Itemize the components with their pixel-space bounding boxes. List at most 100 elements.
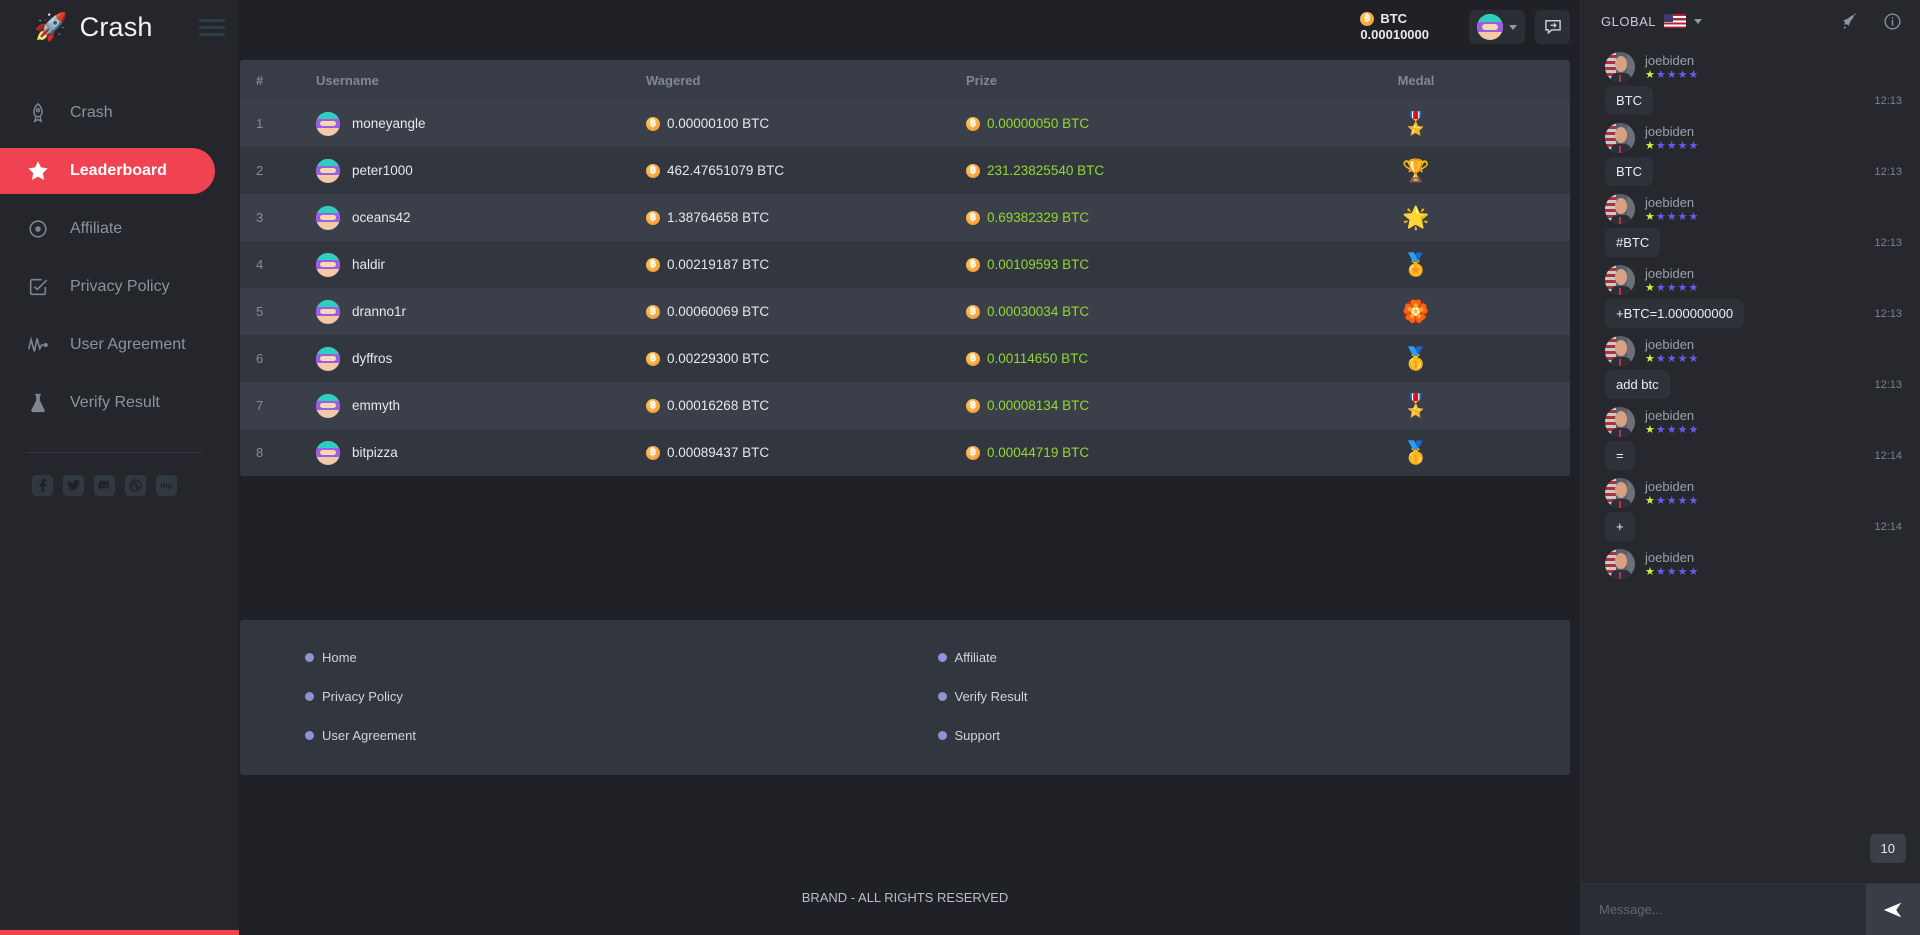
- user-avatar: [316, 440, 340, 465]
- chat-message-text: +: [1605, 512, 1635, 541]
- chat-username[interactable]: joebiden: [1645, 195, 1699, 210]
- cell-rank: 2: [256, 163, 264, 178]
- chat-message-time: 12:13: [1874, 378, 1902, 391]
- sidebar-item-user-agreement[interactable]: User Agreement: [0, 322, 215, 368]
- table-header: # Username Wagered Prize Medal: [240, 60, 1570, 100]
- chat-message-time: 12:14: [1874, 449, 1902, 462]
- cell-prize: ฿ 0.00109593 BTC: [952, 241, 1262, 288]
- cell-medal: 🏅: [1262, 241, 1570, 288]
- chat-username[interactable]: joebiden: [1645, 124, 1699, 139]
- unread-count-badge[interactable]: 10: [1869, 834, 1906, 863]
- cell-wagered: ฿ 0.00016268 BTC: [632, 382, 952, 429]
- balance-display[interactable]: ฿ BTC 0.00010000: [1360, 11, 1429, 44]
- footer-link-verify-result[interactable]: Verify Result: [937, 689, 1571, 704]
- user-menu-button[interactable]: [1469, 10, 1525, 44]
- chat-message: joebiden ★★★★★ BTC 12:13: [1581, 46, 1920, 117]
- cell-rank: 8: [256, 445, 264, 460]
- cell-username: emmyth: [302, 382, 632, 429]
- cell-rank: 7: [256, 398, 264, 413]
- chat-username[interactable]: joebiden: [1645, 550, 1699, 565]
- bitcoin-coin-icon: ฿: [966, 210, 980, 225]
- chat-username[interactable]: joebiden: [1645, 266, 1699, 281]
- cell-medal: 🥇: [1262, 429, 1570, 476]
- chat-scope-label: GLOBAL: [1601, 13, 1657, 29]
- bitcoin-coin-icon: ฿: [966, 445, 980, 460]
- footer-link-user-agreement[interactable]: User Agreement: [305, 728, 938, 743]
- sidebar-item-crash[interactable]: Crash: [0, 90, 215, 136]
- balance-amount: 0.00010000: [1360, 27, 1429, 42]
- mp-icon[interactable]: mp: [156, 475, 177, 496]
- footer-link-affiliate[interactable]: Affiliate: [937, 650, 1571, 665]
- chat-message-time: 12:13: [1874, 236, 1902, 249]
- table-row[interactable]: 2 peter1000 ฿ 462.47651079 BTC ฿ 231.23825540…: [240, 147, 1570, 194]
- footer-link-label: Affiliate: [954, 650, 997, 665]
- column-header-wagered[interactable]: Wagered: [632, 60, 952, 100]
- chevron-down-icon[interactable]: [1694, 18, 1703, 24]
- chat-message-time: 12:13: [1874, 165, 1902, 178]
- footer-link-home[interactable]: Home: [305, 650, 938, 665]
- sidebar-item-leaderboard[interactable]: Leaderboard: [0, 148, 215, 194]
- column-header-username[interactable]: Username: [302, 60, 632, 100]
- footer-link-label: Home: [322, 650, 357, 665]
- chat-user-avatar[interactable]: [1605, 265, 1635, 295]
- info-icon[interactable]: [1883, 12, 1902, 31]
- user-avatar: [316, 346, 340, 371]
- chat-message-text: #BTC: [1605, 228, 1661, 257]
- chat-username[interactable]: joebiden: [1645, 337, 1699, 352]
- sidebar-item-privacy-policy[interactable]: Privacy Policy: [0, 264, 215, 310]
- twitter-icon[interactable]: [63, 475, 84, 496]
- chat-user-avatar[interactable]: [1605, 549, 1635, 579]
- column-header-rank[interactable]: #: [240, 60, 302, 100]
- chat-message-input[interactable]: [1581, 884, 1866, 935]
- footer-link-privacy-policy[interactable]: Privacy Policy: [305, 689, 938, 704]
- chat-username[interactable]: joebiden: [1645, 53, 1699, 68]
- chat-message-time: 12:13: [1874, 94, 1902, 107]
- user-avatar: [316, 205, 340, 230]
- user-rank-stars: ★★★★★: [1645, 495, 1700, 507]
- user-rank-stars: ★★★★★: [1645, 140, 1700, 152]
- discord-icon[interactable]: [94, 475, 115, 496]
- bitcoin-coin-icon: ฿: [966, 116, 980, 131]
- chat-user-avatar[interactable]: [1605, 194, 1635, 224]
- chat-username[interactable]: joebiden: [1645, 408, 1699, 423]
- sidebar-bottom-accent: [0, 930, 239, 935]
- user-rank-stars: ★★★★★: [1645, 353, 1700, 365]
- sidebar-item-affiliate[interactable]: Affiliate: [0, 206, 215, 252]
- chat-user-avatar[interactable]: [1605, 52, 1635, 82]
- cell-rank: 1: [256, 116, 264, 131]
- column-header-prize[interactable]: Prize: [952, 60, 1262, 100]
- chat-user-avatar[interactable]: [1605, 123, 1635, 153]
- hamburger-menu-icon[interactable]: [199, 14, 225, 40]
- table-row[interactable]: 5 dranno1r ฿ 0.00060069 BTC ฿ 0.00030034 BTC 🏵…: [240, 288, 1570, 335]
- table-row[interactable]: 8 bitpizza ฿ 0.00089437 BTC ฿ 0.00044719 BTC 🥇: [240, 429, 1570, 476]
- column-header-medal[interactable]: Medal: [1262, 60, 1570, 100]
- sidebar-item-verify-result[interactable]: Verify Result: [0, 380, 215, 426]
- table-row[interactable]: 4 haldir ฿ 0.00219187 BTC ฿ 0.00109593 BTC 🏅: [240, 241, 1570, 288]
- chat-message-list[interactable]: joebiden ★★★★★ BTC 12:13 joebiden ★★★★★ BTC 12:…: [1581, 42, 1920, 883]
- us-flag-icon[interactable]: [1664, 14, 1687, 28]
- send-message-button[interactable]: [1866, 884, 1920, 935]
- table-row[interactable]: 6 dyffros ฿ 0.00229300 BTC ฿ 0.00114650 BTC 🥇: [240, 335, 1570, 382]
- chat-user-avatar[interactable]: [1605, 478, 1635, 508]
- star-trophy-icon: 🌟: [1402, 204, 1430, 230]
- chat-user-avatar[interactable]: [1605, 407, 1635, 437]
- table-row[interactable]: 7 emmyth ฿ 0.00016268 BTC ฿ 0.00008134 BTC 🎖️: [240, 382, 1570, 429]
- chat-toggle-button[interactable]: [1536, 10, 1570, 44]
- cell-wagered: ฿ 0.00089437 BTC: [632, 429, 952, 476]
- cell-prize: ฿ 231.23825540 BTC: [952, 147, 1262, 194]
- leaderboard-table: # Username Wagered Prize Medal 1 moneyang…: [240, 60, 1570, 476]
- facebook-icon[interactable]: [32, 475, 53, 496]
- footer-link-support[interactable]: Support: [937, 728, 1571, 743]
- username-text: bitpizza: [352, 445, 398, 460]
- table-row[interactable]: 3 oceans42 ฿ 1.38764658 BTC ฿ 0.69382329 BTC 🌟: [240, 194, 1570, 241]
- user-avatar: [1477, 14, 1503, 40]
- chat-message-text: BTC: [1605, 157, 1653, 186]
- chat-message-text: BTC: [1605, 86, 1653, 115]
- user-rank-stars: ★★★★★: [1645, 69, 1700, 81]
- chat-username[interactable]: joebiden: [1645, 479, 1699, 494]
- table-row[interactable]: 1 moneyangle ฿ 0.00000100 BTC ฿ 0.00000050 BT…: [240, 100, 1570, 147]
- rocket-icon[interactable]: [1840, 12, 1859, 31]
- chat-message: joebiden ★★★★★ BTC 12:13: [1581, 117, 1920, 188]
- dribbble-icon[interactable]: [125, 475, 146, 496]
- chat-user-avatar[interactable]: [1605, 336, 1635, 366]
